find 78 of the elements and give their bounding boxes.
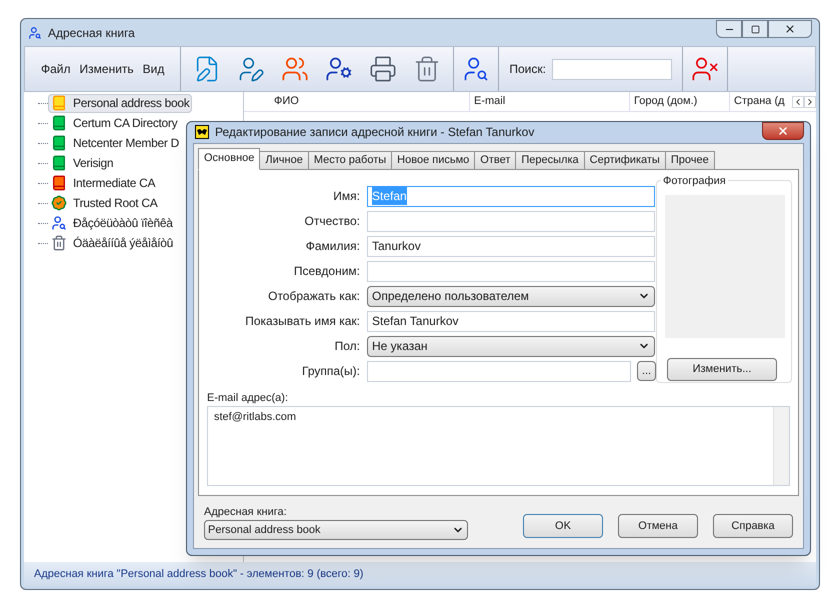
clear-search-icon[interactable] bbox=[690, 55, 719, 83]
search-icon bbox=[51, 215, 67, 231]
menu-item[interactable]: Вид bbox=[142, 60, 164, 78]
field-value: Stefan bbox=[372, 187, 407, 205]
tab[interactable]: Сертификаты bbox=[584, 150, 666, 170]
scrollbar[interactable] bbox=[773, 407, 789, 485]
field-label: Фамилия: bbox=[304, 238, 361, 255]
column-header[interactable]: E-mail bbox=[470, 92, 630, 111]
field-label: Отображать как: bbox=[267, 288, 361, 305]
close-icon bbox=[777, 125, 789, 137]
tree-item[interactable]: Đåçóëüòàòû ïîèñêà bbox=[48, 214, 176, 232]
dropdown[interactable]: Определено пользователем bbox=[367, 286, 655, 306]
dialog-button[interactable]: OK bbox=[523, 514, 603, 538]
text-field[interactable]: Stefan Tanurkov bbox=[367, 310, 655, 332]
dialog-button[interactable]: Отмена bbox=[618, 514, 698, 538]
tree-item[interactable]: Intermediate CA bbox=[48, 174, 158, 192]
close-button[interactable] bbox=[762, 122, 804, 140]
email-label: E-mail адрес(а): bbox=[207, 390, 289, 406]
window-title: Адресная книга bbox=[48, 25, 135, 42]
search-label: Поиск: bbox=[509, 61, 546, 78]
dialog-button[interactable]: Справка bbox=[713, 514, 793, 538]
tab[interactable]: Место работы bbox=[308, 150, 392, 170]
column-header[interactable]: ФИО bbox=[272, 92, 470, 111]
field-label: Имя: bbox=[332, 188, 361, 205]
tree-item[interactable]: Óäàëåííûå ýëåìåíòû bbox=[48, 234, 176, 252]
field-label: Псевдоним: bbox=[292, 263, 361, 280]
check-badge-icon bbox=[51, 195, 67, 211]
trash-icon bbox=[51, 235, 67, 251]
close-icon bbox=[784, 23, 796, 35]
tab[interactable]: Новое письмо bbox=[391, 150, 476, 170]
tree-item[interactable]: Certum CA Directory bbox=[48, 114, 180, 132]
text-field[interactable] bbox=[367, 210, 655, 232]
scroll-left-icon[interactable] bbox=[792, 96, 804, 108]
text-field[interactable] bbox=[367, 260, 655, 282]
menu-item[interactable]: Файл bbox=[41, 60, 71, 78]
tree-item[interactable]: Verisign bbox=[48, 154, 116, 172]
bat-logo-icon bbox=[195, 125, 209, 140]
field-value: Tanurkov bbox=[372, 238, 421, 255]
maximize-button[interactable] bbox=[742, 20, 768, 38]
field-label: Отчество: bbox=[304, 213, 361, 230]
edit-contact-icon[interactable] bbox=[237, 55, 266, 83]
dialog-title: Редактирование записи адресной книги - Stefan Tanurkov bbox=[215, 124, 534, 142]
field-label: Пол: bbox=[334, 338, 361, 355]
field-label: Показывать имя как: bbox=[244, 313, 361, 330]
tree-item[interactable]: Trusted Root CA bbox=[48, 194, 160, 212]
field-label: Группа(ы): bbox=[301, 363, 361, 380]
email-list[interactable]: stef@ritlabs.com bbox=[207, 406, 790, 486]
tab[interactable]: Личное bbox=[259, 150, 309, 170]
search-field[interactable] bbox=[552, 58, 672, 80]
browse-button[interactable]: ... bbox=[637, 361, 656, 381]
menu-item[interactable]: Изменить bbox=[80, 60, 134, 78]
tree-item[interactable]: Personal address book bbox=[48, 94, 192, 112]
book-icon bbox=[51, 135, 67, 151]
text-field[interactable]: Tanurkov bbox=[367, 236, 655, 256]
group-icon[interactable] bbox=[281, 55, 310, 83]
book-icon bbox=[51, 175, 67, 191]
change-photo-button[interactable]: Изменить... bbox=[667, 358, 777, 380]
text-field[interactable] bbox=[367, 360, 631, 382]
dropdown[interactable]: Не указан bbox=[367, 336, 655, 356]
book-icon bbox=[51, 95, 67, 111]
tab[interactable]: Прочее bbox=[664, 150, 715, 170]
user-settings-icon[interactable] bbox=[325, 55, 354, 83]
tab[interactable]: Ответ bbox=[474, 150, 516, 170]
status-text: Адресная книга "Personal address book" - элементов: 9 (всего: 9) bbox=[34, 566, 364, 582]
maximize-icon bbox=[750, 24, 760, 34]
tab[interactable]: Основное bbox=[198, 148, 260, 170]
print-icon[interactable] bbox=[369, 55, 398, 83]
book-icon bbox=[51, 155, 67, 171]
tree-item[interactable]: Netcenter Member D bbox=[48, 134, 182, 152]
address-book-dropdown[interactable]: Personal address book bbox=[204, 520, 468, 540]
field-value: Stefan Tanurkov bbox=[372, 313, 459, 330]
tab[interactable]: Пересылка bbox=[515, 150, 585, 170]
address-book-label: Адресная книга: bbox=[204, 504, 288, 520]
column-header[interactable]: Город (дом.) bbox=[630, 92, 730, 111]
book-icon bbox=[51, 115, 67, 131]
scroll-right-icon[interactable] bbox=[804, 96, 816, 108]
close-button[interactable] bbox=[768, 20, 812, 38]
column-header[interactable]: Страна (д bbox=[730, 92, 792, 111]
